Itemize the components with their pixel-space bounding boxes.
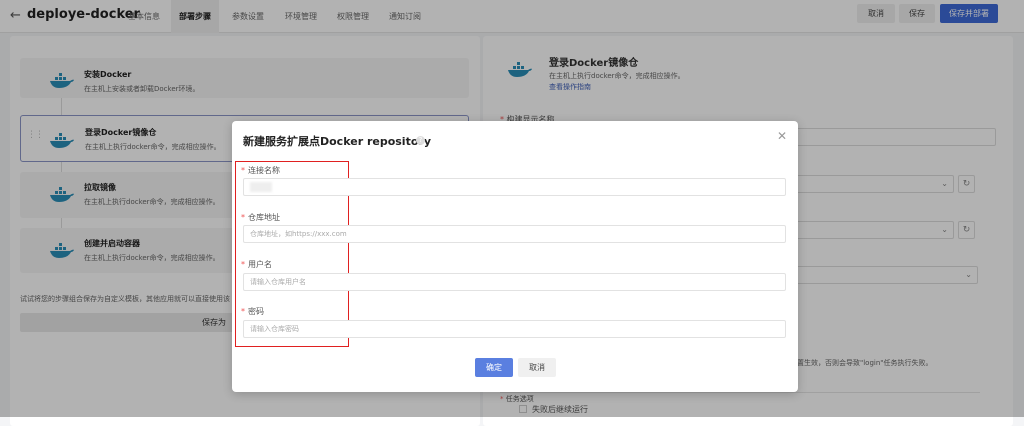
question-circle-icon[interactable]: ? bbox=[416, 136, 425, 145]
field-label-username: * 用户名 bbox=[241, 260, 272, 269]
label-text: 用户名 bbox=[248, 260, 272, 269]
label-text: 密码 bbox=[248, 307, 264, 316]
label-text: 连接名称 bbox=[248, 166, 280, 175]
close-icon[interactable]: ✕ bbox=[777, 129, 787, 143]
username-input[interactable]: 请输入仓库用户名 bbox=[243, 273, 786, 291]
field-label-repo-url: * 仓库地址 bbox=[241, 213, 280, 222]
confirm-button[interactable]: 确定 bbox=[475, 358, 513, 377]
password-input[interactable]: 请输入仓库密码 bbox=[243, 320, 786, 338]
dialog-cancel-button[interactable]: 取消 bbox=[518, 358, 556, 377]
field-label-connection-name: * 连接名称 bbox=[241, 166, 280, 175]
repo-url-input[interactable]: 仓库地址，如https://xxx.com bbox=[243, 225, 786, 243]
new-repository-dialog: 新建服务扩展点Docker repository ? ✕ * 连接名称 * 仓库地址… bbox=[232, 121, 798, 392]
label-text: 仓库地址 bbox=[248, 213, 280, 222]
dialog-title: 新建服务扩展点Docker repository bbox=[243, 135, 431, 148]
field-label-password: * 密码 bbox=[241, 307, 264, 316]
connection-name-input[interactable] bbox=[243, 178, 786, 196]
blurred-value bbox=[250, 182, 272, 192]
